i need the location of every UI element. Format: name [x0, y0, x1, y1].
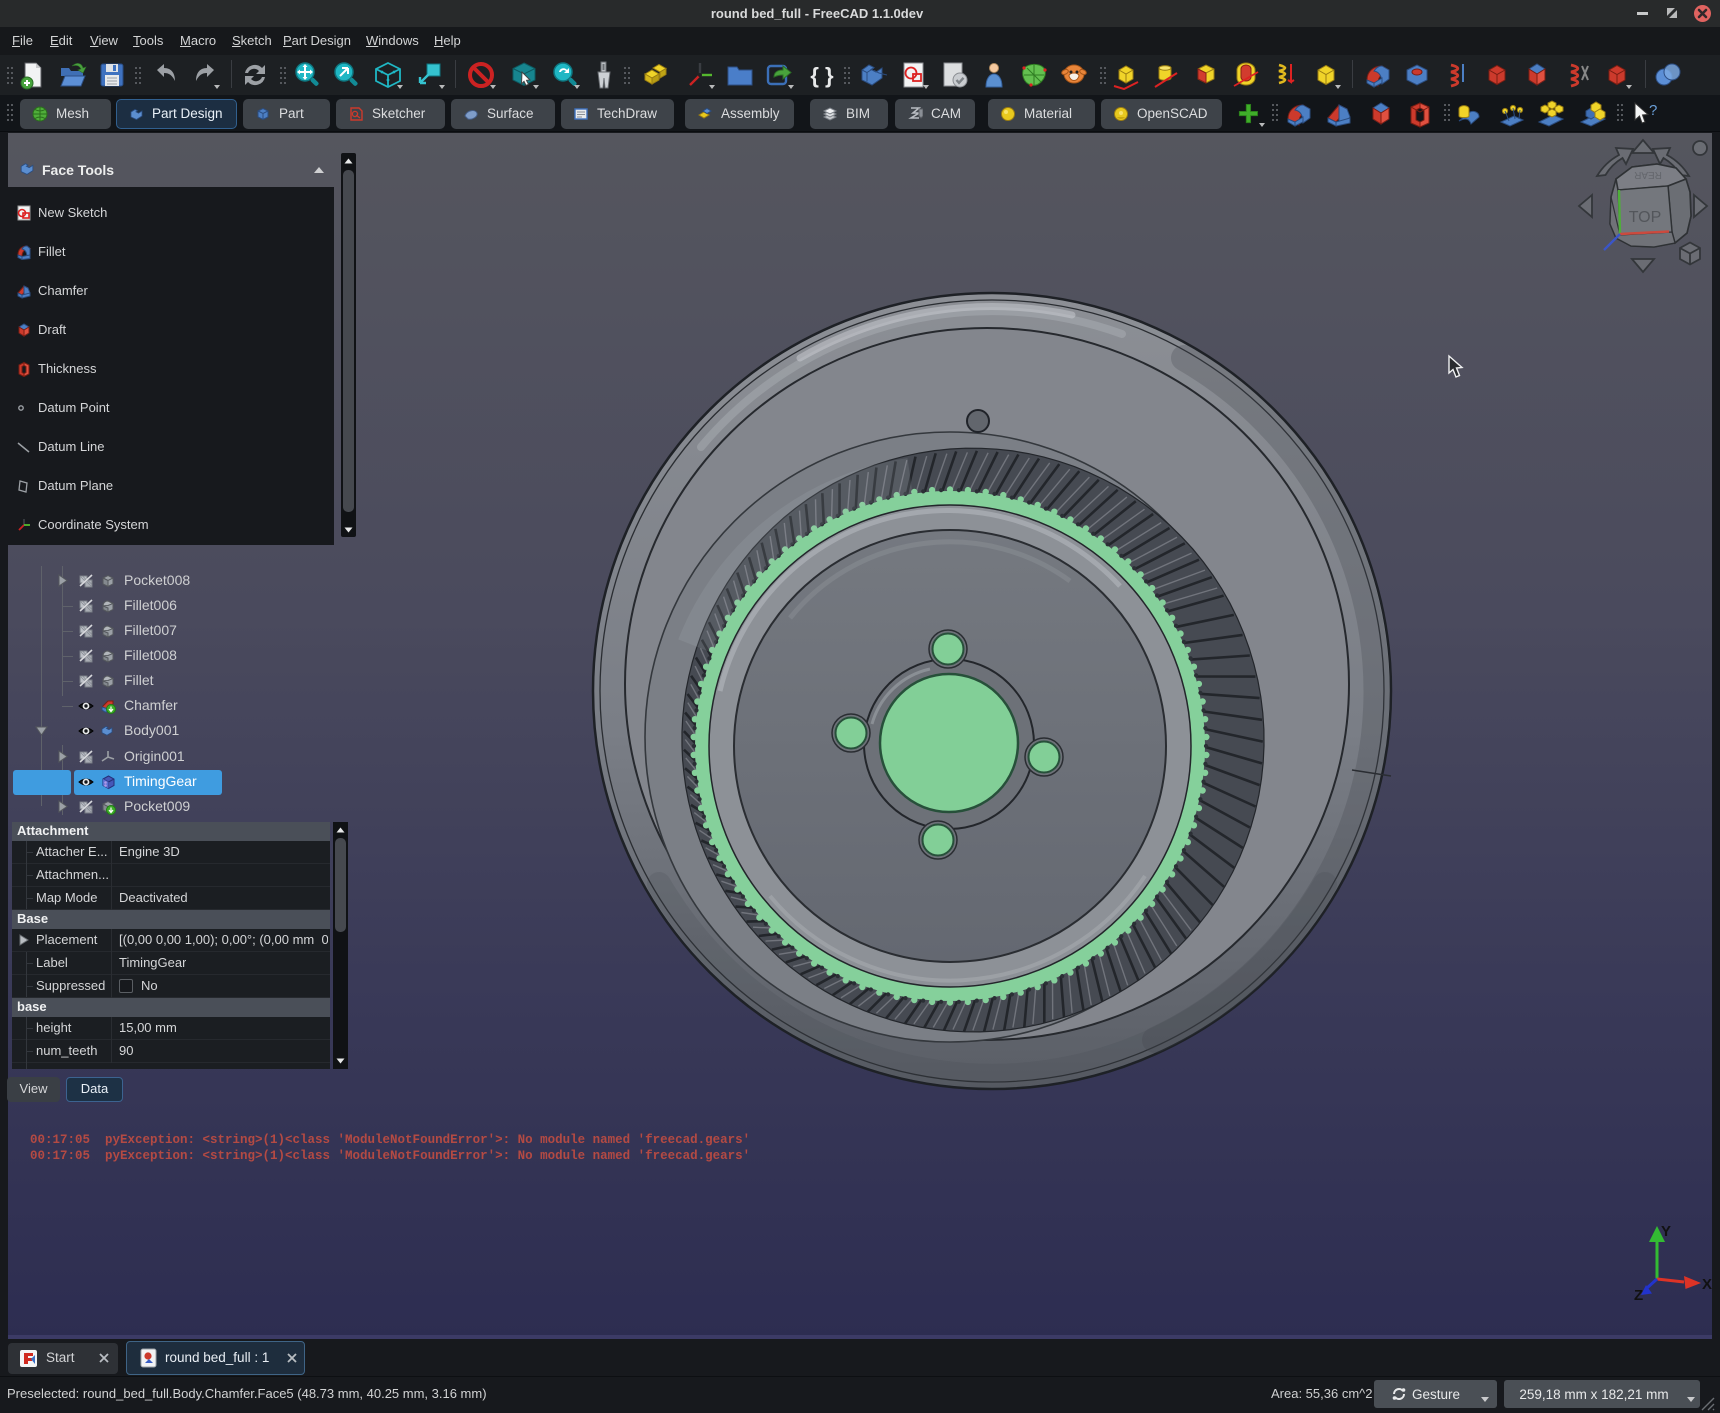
svg-text:TOP: TOP	[1629, 209, 1662, 226]
svg-text:REAR: REAR	[1634, 169, 1662, 180]
svg-text:Y: Y	[1661, 1223, 1671, 1240]
svg-text:?: ?	[1649, 102, 1657, 119]
svg-text:{ }: { }	[810, 63, 834, 88]
svg-text:X: X	[1702, 1276, 1712, 1293]
svg-text:Z: Z	[1634, 1287, 1643, 1304]
